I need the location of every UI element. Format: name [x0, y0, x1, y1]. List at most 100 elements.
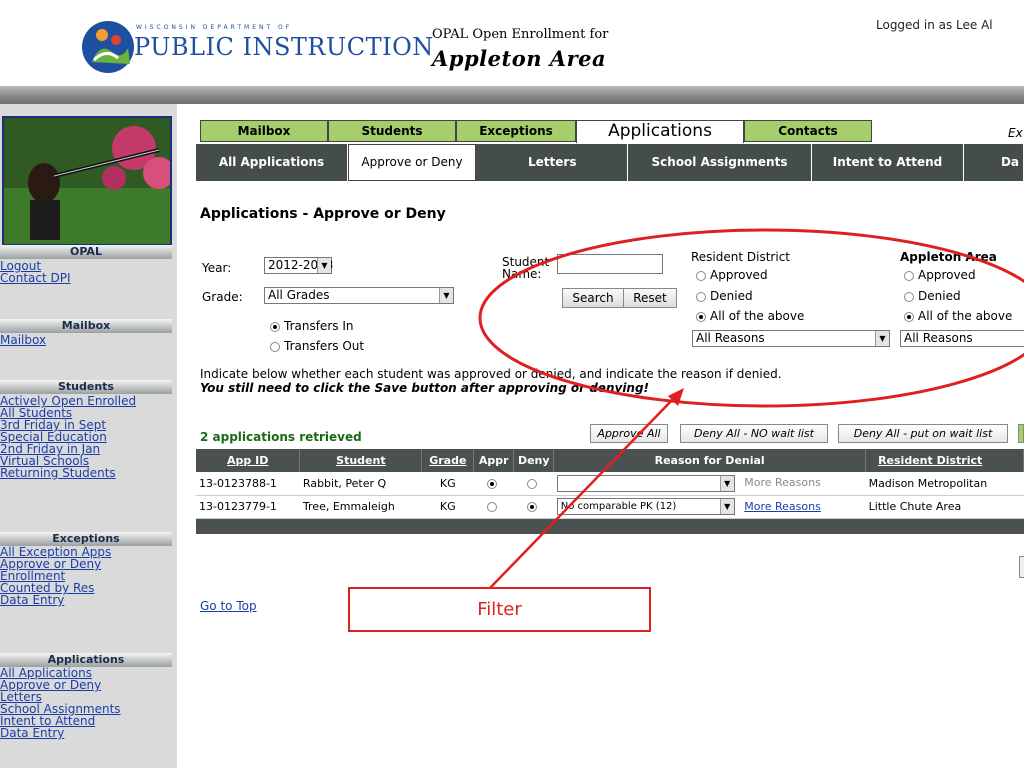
deny-radio-icon[interactable]	[526, 502, 537, 512]
transfers-out-option[interactable]: Transfers Out	[270, 339, 364, 353]
deny-radio-icon[interactable]	[526, 478, 537, 489]
grade-select[interactable]: All Grades ▼	[264, 287, 454, 304]
col-grade[interactable]: Grade	[421, 449, 475, 472]
header-divider-bar	[0, 86, 1024, 104]
app-subtitle: OPAL Open Enrollment for	[432, 27, 609, 42]
appleton-approved-option[interactable]: Approved	[904, 268, 976, 282]
tab-students[interactable]: Students	[328, 120, 456, 142]
cell-deny[interactable]	[513, 495, 554, 519]
clarinet-player-image	[4, 118, 170, 244]
table-footer-row	[196, 518, 1024, 534]
cell-appr[interactable]	[473, 495, 514, 519]
radio-icon	[696, 311, 706, 322]
appleton-denied-option[interactable]: Denied	[904, 289, 961, 303]
col-deny: Deny	[513, 449, 555, 472]
applications-table: App ID Student Grade Appr Deny Reason fo…	[196, 449, 1024, 534]
approve-all-button[interactable]: Approve All	[590, 424, 668, 443]
reason-select[interactable]: ▼	[556, 474, 735, 492]
tab-mailbox[interactable]: Mailbox	[200, 120, 328, 142]
radio-icon	[904, 270, 914, 281]
sidebar-photo	[2, 116, 172, 246]
approve-radio-icon[interactable]	[486, 478, 497, 489]
sidebar-item-data-entry[interactable]: Data Entry	[0, 727, 172, 739]
reason-select[interactable]: No comparable PK (12) ▼	[556, 498, 735, 515]
cell-reason: No comparable PK (12) ▼ More Reasons	[553, 495, 866, 519]
sidebar-item-mailbox[interactable]: Mailbox	[0, 334, 172, 346]
appleton-area-label: Appleton Area	[900, 250, 997, 264]
sidebar-links-opal: Logout Contact DPI	[0, 260, 172, 284]
col-student[interactable]: Student	[299, 449, 423, 472]
approve-radio-icon[interactable]	[486, 502, 497, 512]
search-button[interactable]: Search	[562, 288, 624, 308]
cell-reason: ▼ More Reasons	[553, 472, 866, 496]
dpi-logo-icon	[82, 21, 134, 73]
cell-grade: KG	[421, 495, 474, 519]
sidebar-item-data-entry[interactable]: Data Entry	[0, 594, 172, 606]
filter-annotation-label: Filter	[348, 587, 651, 632]
resident-denied-option[interactable]: Denied	[696, 289, 753, 303]
sidebar-section-applications: Applications	[0, 653, 172, 667]
cell-appr[interactable]	[473, 472, 514, 496]
header: WISCONSIN DEPARTMENT OF PUBLIC INSTRUCTI…	[0, 0, 1024, 86]
cell-resident-district: Madison Metropolitan	[865, 472, 1024, 496]
dropdown-arrow-icon: ▼	[439, 288, 453, 303]
deny-all-wait-button[interactable]: Deny All - put on wait list	[838, 424, 1008, 443]
resident-approved-option[interactable]: Approved	[696, 268, 768, 282]
grade-label: Grade:	[202, 290, 243, 304]
transfers-in-option[interactable]: Transfers In	[270, 319, 353, 333]
logo-top-text: WISCONSIN DEPARTMENT OF	[136, 24, 293, 31]
cell-student: Rabbit, Peter Q	[299, 472, 422, 496]
reset-button[interactable]: Reset	[623, 288, 677, 308]
sidebar-links-students: Actively Open Enrolled All Students 3rd Fr…	[0, 395, 172, 479]
cell-deny[interactable]	[513, 472, 554, 496]
radio-icon	[696, 270, 706, 281]
subtab-approve-deny[interactable]: Approve or Deny	[348, 144, 476, 181]
filter-arrow-head	[668, 388, 684, 406]
subtab-all-applications[interactable]: All Applications	[196, 144, 348, 181]
page-title: Applications - Approve or Deny	[200, 206, 446, 222]
year-select[interactable]: 2012-2013 ▼	[264, 257, 333, 274]
sidebar-item-returning-students[interactable]: Returning Students	[0, 467, 172, 479]
student-name-label-2: Name:	[502, 267, 542, 281]
student-name-input[interactable]	[557, 254, 663, 274]
sidebar-links-applications: All Applications Approve or Deny Letters Sc…	[0, 667, 172, 739]
col-resident-district[interactable]: Resident District	[865, 449, 1024, 472]
radio-icon	[904, 291, 914, 302]
logo-main-text: PUBLIC INSTRUCTION	[134, 33, 434, 61]
col-reason: Reason for Denial	[553, 449, 867, 472]
save-button-partial[interactable]	[1018, 424, 1024, 443]
table-header-row: App ID Student Grade Appr Deny Reason fo…	[196, 449, 1024, 472]
col-app-id[interactable]: App ID	[196, 449, 301, 472]
resident-all-option[interactable]: All of the above	[696, 309, 804, 323]
save-button-edge[interactable]	[1019, 556, 1024, 578]
cell-resident-district: Little Chute Area	[865, 495, 1024, 519]
table-row: 13-0123788-1 Rabbit, Peter Q KG ▼ More R…	[196, 472, 1024, 496]
dropdown-arrow-icon: ▼	[875, 331, 889, 346]
instruction-text: Indicate below whether each student was …	[200, 367, 782, 381]
year-label: Year:	[202, 261, 232, 275]
tab-exceptions[interactable]: Exceptions	[456, 120, 576, 142]
dropdown-arrow-icon: ▼	[317, 258, 331, 273]
retrieved-count: 2 applications retrieved	[200, 430, 362, 444]
more-reasons-link[interactable]: More Reasons	[744, 500, 821, 513]
cell-app-id: 13-0123779-1	[196, 495, 300, 519]
instruction-warning: You still need to click the Save button …	[200, 381, 650, 395]
subtab-data-entry[interactable]: Da	[964, 144, 1024, 181]
subtab-letters[interactable]: Letters	[476, 144, 628, 181]
resident-reason-select[interactable]: All Reasons ▼	[692, 330, 890, 347]
deny-all-no-wait-button[interactable]: Deny All - NO wait list	[680, 424, 828, 443]
dropdown-arrow-icon: ▼	[719, 499, 734, 514]
col-appr: Appr	[473, 449, 515, 472]
subtab-intent-to-attend[interactable]: Intent to Attend	[812, 144, 964, 181]
tab-contacts[interactable]: Contacts	[744, 120, 872, 142]
appleton-all-option[interactable]: All of the above	[904, 309, 1022, 323]
tab-applications[interactable]: Applications	[576, 120, 744, 143]
table-row: 13-0123779-1 Tree, Emmaleigh KG No compa…	[196, 495, 1024, 519]
appleton-reason-select[interactable]: All Reasons	[900, 330, 1024, 347]
radio-icon	[270, 341, 280, 352]
go-to-top-link[interactable]: Go to Top	[200, 599, 257, 613]
sidebar-section-mailbox: Mailbox	[0, 319, 172, 333]
sidebar-section-exceptions: Exceptions	[0, 532, 172, 546]
sidebar-item-contact-dpi[interactable]: Contact DPI	[0, 272, 172, 284]
subtab-school-assignments[interactable]: School Assignments	[628, 144, 812, 181]
